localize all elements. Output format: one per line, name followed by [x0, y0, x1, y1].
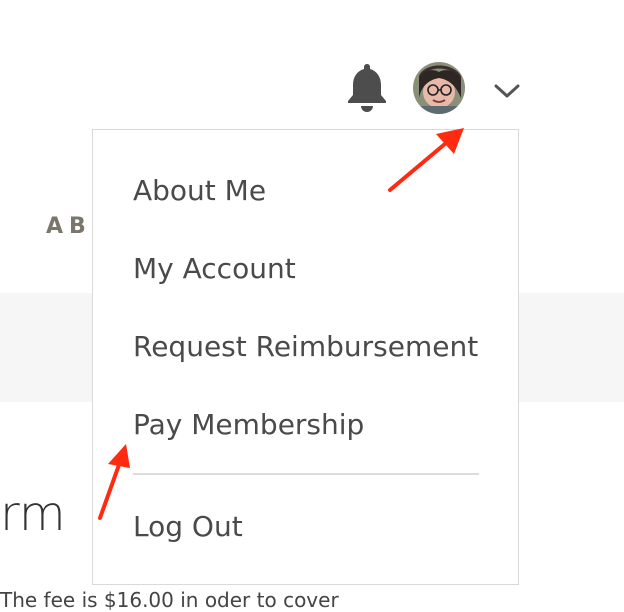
avatar[interactable] — [413, 62, 465, 114]
form-title: rm — [0, 486, 66, 542]
section-heading: AB — [46, 214, 92, 239]
menu-item-pay-membership[interactable]: Pay Membership — [133, 408, 364, 441]
menu-item-my-account[interactable]: My Account — [133, 252, 296, 285]
annotation-arrow-up — [98, 444, 130, 520]
fee-note: The fee is $16.00 in oder to cover — [0, 588, 339, 612]
menu-divider — [133, 473, 479, 475]
menu-item-about-me[interactable]: About Me — [133, 174, 266, 207]
bell-icon[interactable] — [345, 62, 389, 114]
menu-item-request-reimbursement[interactable]: Request Reimbursement — [133, 330, 478, 363]
annotation-arrow-up-right — [388, 128, 464, 192]
chevron-down-icon[interactable] — [492, 80, 522, 102]
menu-item-log-out[interactable]: Log Out — [133, 510, 243, 543]
